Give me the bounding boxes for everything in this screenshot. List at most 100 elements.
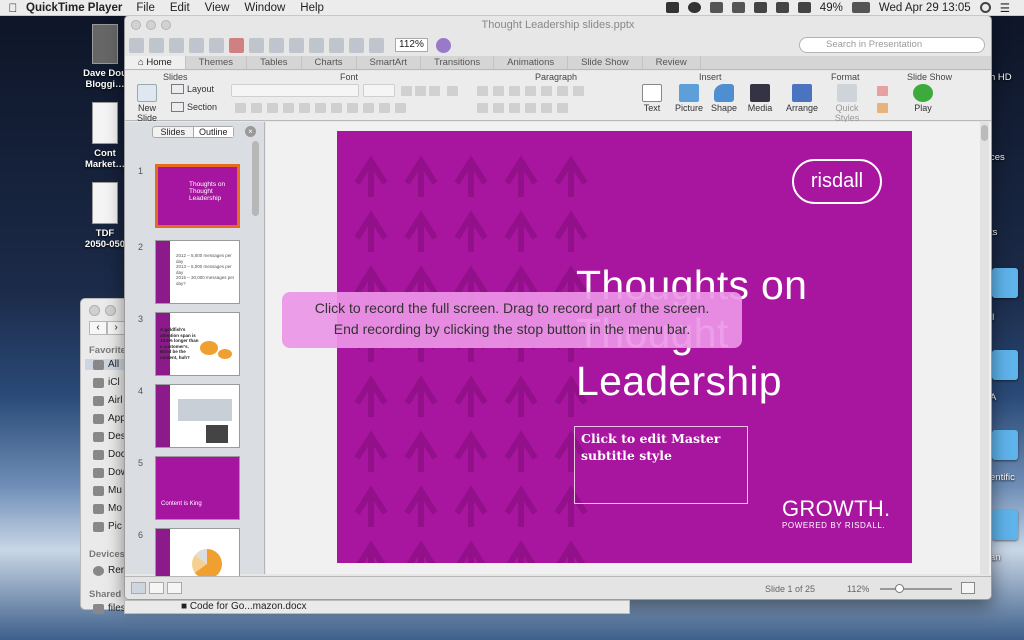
format-painter-icon[interactable]: [289, 37, 304, 53]
italic-icon[interactable]: [251, 103, 262, 113]
menu-edit[interactable]: Edit: [170, 2, 190, 14]
minimize-button[interactable]: [105, 305, 116, 316]
wifi-icon[interactable]: [775, 2, 789, 13]
desktop-icon-photo[interactable]: Dave Dou Bloggi…: [80, 24, 130, 90]
templates-icon[interactable]: [149, 37, 164, 53]
save-icon[interactable]: [189, 37, 204, 53]
fill-color-icon[interactable]: [877, 86, 888, 96]
copy-icon[interactable]: [249, 37, 264, 53]
time-machine-icon[interactable]: [731, 2, 745, 13]
close-button[interactable]: [89, 305, 100, 316]
menu-view[interactable]: View: [205, 2, 230, 14]
tab-home[interactable]: ⌂ Home: [125, 56, 186, 69]
slideshow-view-icon[interactable]: [167, 582, 182, 594]
app-menu[interactable]: QuickTime Player: [26, 2, 122, 14]
zoom-field[interactable]: 112%: [395, 38, 428, 52]
insert-shape-button[interactable]: Shape: [709, 84, 739, 113]
forward-icon[interactable]: ›: [107, 321, 125, 335]
slide-thumbnail-4[interactable]: [155, 384, 240, 448]
menu-window[interactable]: Window: [244, 2, 285, 14]
minimize-button[interactable]: [146, 20, 156, 30]
zoom-slider-thumb[interactable]: [895, 584, 904, 593]
volume-icon[interactable]: [797, 2, 811, 13]
play-button[interactable]: Play: [908, 84, 938, 113]
slide-thumbnail-5[interactable]: Content is King: [155, 456, 240, 520]
sidebar-item-all[interactable]: All: [85, 359, 129, 370]
sorter-view-icon[interactable]: [149, 582, 164, 594]
align-center-icon[interactable]: [493, 103, 504, 113]
stop-recording-icon[interactable]: [687, 2, 701, 13]
screen-recording-hint[interactable]: Click to record the full screen. Drag to…: [282, 292, 742, 348]
notification-center-icon[interactable]: ☰: [1000, 1, 1010, 15]
airplay-icon[interactable]: [709, 2, 723, 13]
insert-text-button[interactable]: Text: [637, 84, 667, 113]
zoom-slider[interactable]: [880, 588, 952, 590]
grow-font-icon[interactable]: [401, 86, 412, 96]
line-color-icon[interactable]: [877, 103, 888, 113]
thumbnail-scrollbar[interactable]: [252, 141, 259, 216]
columns-icon[interactable]: [557, 86, 568, 96]
battery-percent[interactable]: 49%: [820, 2, 843, 14]
smartart-convert-icon[interactable]: [557, 103, 568, 113]
close-pane-icon[interactable]: ×: [245, 126, 256, 137]
undo-icon[interactable]: [309, 37, 324, 53]
font-name-dropdown[interactable]: [231, 84, 359, 97]
insert-picture-button[interactable]: Picture: [673, 84, 705, 113]
folder-icon[interactable]: [992, 268, 1018, 298]
open-icon[interactable]: [169, 37, 184, 53]
numbering-icon[interactable]: [493, 86, 504, 96]
align-right-icon[interactable]: [509, 103, 520, 113]
tab-animations[interactable]: Animations: [494, 56, 569, 69]
bold-icon[interactable]: [235, 103, 246, 113]
bullets-icon[interactable]: [477, 86, 488, 96]
subscript-icon[interactable]: [331, 103, 342, 113]
increase-indent-icon[interactable]: [525, 86, 536, 96]
layout-button[interactable]: Layout: [171, 84, 214, 94]
redo-icon[interactable]: [329, 37, 344, 53]
justify-icon[interactable]: [525, 103, 536, 113]
menu-file[interactable]: File: [136, 2, 155, 14]
evernote-icon[interactable]: [665, 2, 679, 13]
battery-icon[interactable]: [851, 2, 870, 13]
superscript-icon[interactable]: [315, 103, 326, 113]
folder-icon[interactable]: [992, 510, 1018, 540]
paste-icon[interactable]: [269, 37, 284, 53]
tab-outline[interactable]: Outline: [192, 127, 233, 137]
bluetooth-icon[interactable]: [753, 2, 767, 13]
slide-thumbnail-2[interactable]: 2012 – 5,000 messages per day 2013 – 5,0…: [155, 240, 240, 304]
fit-window-icon[interactable]: [961, 582, 975, 594]
zoom-button[interactable]: [161, 20, 171, 30]
slide-thumbnail-3[interactable]: A goldfish's attention span is 13.5% lon…: [155, 312, 240, 376]
desktop-icon-tdf[interactable]: TDF 2050-050: [80, 182, 130, 250]
new-icon[interactable]: [129, 37, 144, 53]
font-color-icon[interactable]: [379, 103, 390, 113]
tab-review[interactable]: Review: [643, 56, 701, 69]
normal-view-icon[interactable]: [131, 582, 146, 594]
tab-themes[interactable]: Themes: [186, 56, 248, 69]
text-direction-icon[interactable]: [573, 86, 584, 96]
menu-help[interactable]: Help: [300, 2, 324, 14]
decrease-indent-icon[interactable]: [509, 86, 520, 96]
strikethrough-icon[interactable]: [299, 103, 310, 113]
line-spacing-icon[interactable]: [541, 86, 552, 96]
tab-transitions[interactable]: Transitions: [421, 56, 495, 69]
print-icon[interactable]: [209, 37, 224, 53]
desktop-label[interactable]: h HD: [990, 72, 1012, 83]
shrink-font-icon[interactable]: [415, 86, 426, 96]
slide-thumbnail-1[interactable]: Thoughts on Thought Leadership: [155, 164, 240, 228]
search-input[interactable]: Search in Presentation: [799, 37, 985, 53]
text-effects-icon[interactable]: [395, 103, 406, 113]
file-name[interactable]: Code for Go...mazon.docx: [190, 601, 307, 612]
new-slide-button[interactable]: New Slide: [129, 84, 165, 123]
scroll-thumb[interactable]: [981, 125, 988, 141]
folder-icon[interactable]: [992, 350, 1018, 380]
tab-tables[interactable]: Tables: [247, 56, 302, 69]
clock[interactable]: Wed Apr 29 13:05: [879, 2, 971, 14]
section-button[interactable]: Section: [171, 102, 217, 112]
apple-menu-icon[interactable]: : [0, 1, 26, 15]
tab-charts[interactable]: Charts: [302, 56, 357, 69]
close-button[interactable]: [131, 20, 141, 30]
desktop-icon-content-marketing[interactable]: Cont Market…: [80, 102, 130, 170]
help-icon[interactable]: [435, 37, 451, 53]
back-icon[interactable]: ‹: [89, 321, 107, 335]
